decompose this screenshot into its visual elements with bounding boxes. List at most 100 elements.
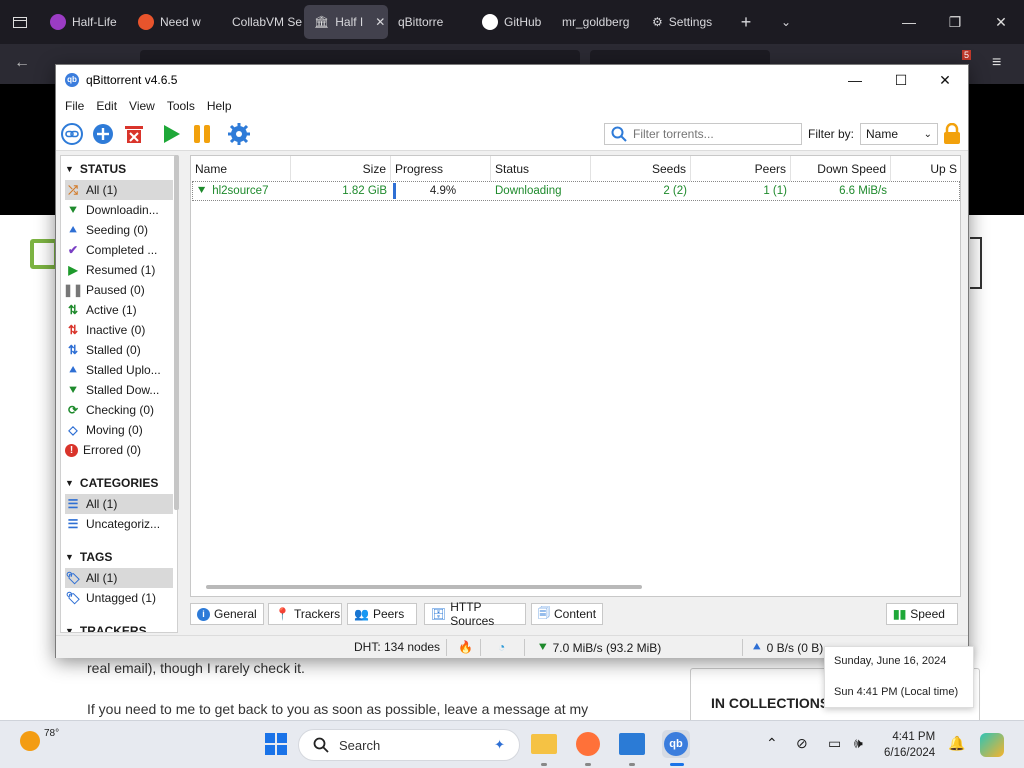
close-button[interactable]: ✕ [922,65,968,95]
add-link-button[interactable] [60,122,84,146]
filter-by-select[interactable]: Name ⌄ [860,123,938,145]
weather-widget[interactable]: 78° [20,728,59,751]
maximize-button[interactable]: ☐ [878,65,924,95]
column-seeds[interactable]: Seeds [591,156,691,182]
status-section-header[interactable]: ▼ STATUS [65,162,126,176]
tab-trackers[interactable]: 📍 Trackers [268,603,342,625]
column-status[interactable]: Status [491,156,591,182]
plus-icon: + [740,11,752,32]
status-item[interactable]: ❚❚Paused (0) [65,280,173,300]
browser-tab-2[interactable]: CollabVM Se [216,5,304,39]
status-item[interactable]: ⯆ Downloadin... [65,200,173,220]
browser-tab-6[interactable]: mr_goldberg [552,5,642,39]
back-arrow-icon[interactable]: ← [14,54,30,72]
browser-tab-7[interactable]: ⚙ Settings [642,5,726,39]
category-item-uncategorized[interactable]: ☰ Uncategoriz... [65,514,173,534]
torrent-row[interactable]: ⯆ hl2source7 1.82 GiB 4.9% Downloading 2… [192,181,960,201]
status-item[interactable]: ◇ Moving (0) [65,420,173,440]
status-item[interactable]: ⇅ Active (1) [65,300,173,320]
status-item[interactable]: ⇅ Stalled (0) [65,340,173,360]
browser-tab-3[interactable]: 🏛 Half I ✕ [304,5,388,39]
connection-status-icon[interactable]: ◔ [498,640,505,654]
tab-general[interactable]: i General [190,603,264,625]
categories-section-header[interactable]: ▼ CATEGORIES [65,476,158,490]
tab-list-button[interactable] [0,5,40,39]
copilot-icon[interactable] [980,733,1004,757]
column-down-speed[interactable]: Down Speed [791,156,891,182]
menu-bar: File Edit View Tools Help [56,95,968,117]
trackers-section-header[interactable]: ▼ TRACKERS [65,624,147,632]
taskbar-search[interactable]: Search ✦ [298,729,520,761]
status-item[interactable]: ⯅ Seeding (0) [65,220,173,240]
status-item[interactable]: ⯅ Stalled Uplo... [65,360,173,380]
status-item[interactable]: ⟳ Checking (0) [65,400,173,420]
volume-icon[interactable]: 🕪 [854,735,863,752]
menu-icon[interactable]: ≡ [992,54,1001,72]
status-item[interactable]: ! Errored (0) [65,440,173,460]
qbittorrent-taskbar-icon[interactable]: qb [662,730,690,758]
tooltip-time: Sun 4:41 PM (Local time) [834,686,959,698]
tab-peers[interactable]: 👥 Peers [347,603,417,625]
firefox-taskbar-icon[interactable] [574,730,602,758]
tab-content[interactable]: 🗐 Content [531,603,603,625]
browser-tab-1[interactable]: Need w [128,5,216,39]
status-item[interactable]: ▶ Resumed (1) [65,260,173,280]
network-icon[interactable]: ⊘ [796,735,808,752]
column-peers[interactable]: Peers [691,156,791,182]
column-progress[interactable]: Progress [391,156,491,182]
tab-speed[interactable]: ▮▮ Speed [886,603,958,625]
upload-speed-status[interactable]: ⯅ 0 B/s (0 B) [752,640,823,655]
close-tab-icon[interactable]: ✕ [375,15,385,29]
filter-text-field[interactable] [633,127,793,141]
minimize-button[interactable]: — [832,65,878,95]
status-item[interactable]: ✔ Completed ... [65,240,173,260]
download-speed-status[interactable]: ⯆ 7.0 MiB/s (93.2 MiB) [538,640,661,655]
people-icon: 👥 [354,607,369,621]
page-side-button[interactable] [970,237,982,289]
new-tab-button[interactable]: + [726,5,766,39]
chevron-down-icon: ▼ [65,164,74,174]
display-icon[interactable]: ▭ [828,735,841,752]
sidebar-scrollbar[interactable] [174,155,179,510]
browser-tab-4[interactable]: qBittorre [388,5,472,39]
add-torrent-button[interactable] [91,122,115,146]
pause-icon [194,125,210,143]
tag-item-untagged[interactable]: 🏷 Untagged (1) [65,588,173,608]
settings-gear-icon [228,123,250,145]
tag-item-all[interactable]: 🏷 All (1) [65,568,173,588]
browser-tab-5[interactable]: GitHub [472,5,552,39]
browser-maximize-button[interactable]: ❐ [932,0,978,44]
browser-close-button[interactable]: ✕ [978,0,1024,44]
menu-view[interactable]: View [123,99,161,113]
file-explorer-taskbar-icon[interactable] [530,730,558,758]
notification-bell-icon[interactable]: 🔔 [948,735,965,752]
stalled-arrows-icon: ⇅ [67,343,79,357]
options-button[interactable] [227,122,251,146]
menu-tools[interactable]: Tools [161,99,201,113]
menu-edit[interactable]: Edit [90,99,123,113]
taskbar-clock[interactable]: 4:41 PM 6/16/2024 [884,729,935,761]
status-item[interactable]: ⯆ Stalled Dow... [65,380,173,400]
menu-file[interactable]: File [59,99,90,113]
list-horizontal-scrollbar[interactable] [206,585,642,589]
tab-overflow-button[interactable]: ⌄ [766,5,806,39]
category-item-all[interactable]: ☰ All (1) [65,494,173,514]
status-item[interactable]: ⤮ All (1) [65,180,173,200]
chevron-up-icon[interactable]: ⌃ [766,735,778,752]
tags-section-header[interactable]: ▼ TAGS [65,550,112,564]
tab-http-sources[interactable]: 🗄 HTTP Sources [424,600,526,628]
lock-button[interactable] [940,122,964,146]
column-up-speed[interactable]: Up S [891,156,960,182]
filter-torrents-input[interactable] [604,123,802,145]
column-size[interactable]: Size [291,156,391,182]
browser-minimize-button[interactable]: — [886,0,932,44]
start-button[interactable] [262,730,290,758]
pause-button[interactable] [190,122,214,146]
column-name[interactable]: Name [191,156,291,182]
resume-button[interactable] [159,122,183,146]
app-taskbar-icon[interactable] [618,730,646,758]
browser-tab-0[interactable]: Half-Life [40,5,128,39]
status-item[interactable]: ⇅ Inactive (0) [65,320,173,340]
remove-torrent-button[interactable] [122,122,146,146]
menu-help[interactable]: Help [201,99,238,113]
